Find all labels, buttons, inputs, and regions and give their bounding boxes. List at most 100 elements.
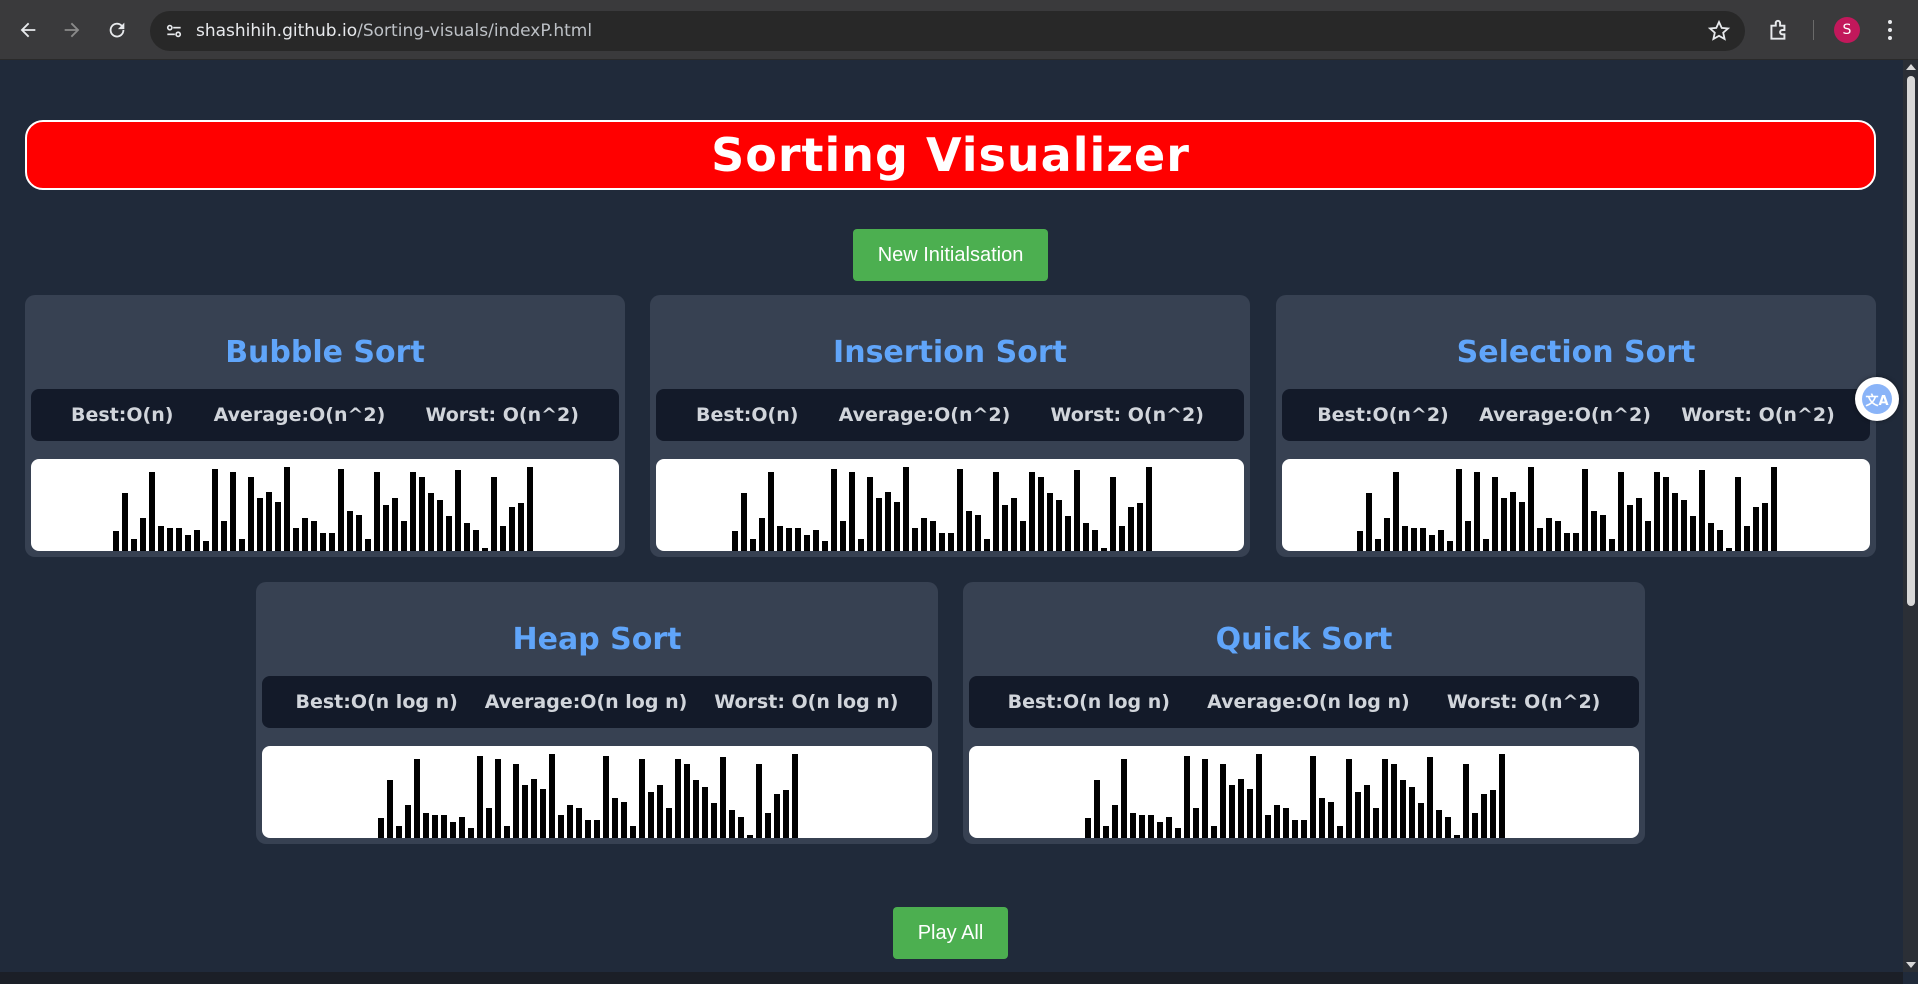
array-bar [284, 467, 290, 551]
array-bar [1447, 541, 1453, 551]
array-bar [518, 503, 524, 551]
extensions-icon[interactable] [1766, 17, 1792, 43]
bookmark-star-icon[interactable] [1707, 19, 1731, 43]
array-bar [185, 535, 191, 551]
array-bar [1427, 757, 1433, 838]
array-bar [822, 541, 828, 551]
array-bar [1418, 803, 1424, 838]
worst-case: Worst: O(n^2) [1446, 691, 1601, 713]
array-bar [437, 500, 443, 551]
back-arrow-icon[interactable] [12, 14, 44, 46]
translate-icon[interactable]: 文A [1855, 377, 1899, 421]
quick-sort-card: Quick Sort Best:O(n log n) Average:O(n l… [963, 582, 1645, 844]
array-bar [1366, 493, 1372, 551]
array-bar [639, 759, 645, 838]
array-bar [1083, 523, 1089, 551]
best-case: Best:O(n log n) [295, 691, 458, 713]
complexity-bar: Best:O(n) Average:O(n^2) Worst: O(n^2) [656, 389, 1244, 441]
array-bar [1753, 507, 1759, 551]
array-bar [464, 523, 470, 551]
array-bar [1454, 835, 1460, 838]
bars-canvas [1282, 459, 1870, 551]
array-bar [1328, 802, 1334, 838]
array-bar [1400, 780, 1406, 838]
array-bar [1436, 810, 1442, 838]
array-bar [1310, 756, 1316, 838]
array-bar [122, 493, 128, 551]
array-bar [1137, 503, 1143, 551]
array-bar [486, 808, 492, 838]
array-bar [1121, 759, 1127, 838]
array-bar [1119, 526, 1125, 551]
array-bar [1047, 493, 1053, 551]
array-bar [1184, 756, 1190, 838]
array-bar [612, 798, 618, 838]
array-bar [1166, 817, 1172, 838]
array-bar [585, 820, 591, 838]
array-bar [1202, 759, 1208, 838]
array-bar [1020, 521, 1026, 551]
array-bar [1483, 539, 1489, 551]
site-info-icon[interactable] [162, 19, 186, 43]
array-bar [140, 518, 146, 551]
array-bar [1546, 518, 1552, 551]
new-initialisation-button[interactable]: New Initialsation [853, 229, 1048, 281]
array-bar [921, 518, 927, 551]
average-case: Average:O(n log n) [484, 691, 688, 713]
card-title: Selection Sort [1456, 335, 1696, 370]
forward-arrow-icon[interactable] [56, 14, 88, 46]
array-bar [1337, 826, 1343, 838]
array-bar [1283, 808, 1289, 838]
menu-dots-icon[interactable] [1882, 17, 1898, 43]
array-bar [747, 835, 753, 838]
array-bar [302, 518, 308, 551]
array-bar [1510, 492, 1516, 551]
array-bar [684, 764, 690, 838]
array-bar [1672, 493, 1678, 551]
array-bar [1373, 808, 1379, 838]
array-bar [804, 535, 810, 551]
page-scrollbar[interactable] [1903, 60, 1918, 972]
array-bar [1256, 754, 1262, 838]
best-case: Best:O(n^2) [1317, 404, 1449, 426]
array-bar [495, 759, 501, 838]
array-bar [993, 472, 999, 551]
array-bar [786, 528, 792, 551]
average-case: Average:O(n log n) [1207, 691, 1410, 713]
scroll-thumb[interactable] [1907, 76, 1915, 606]
array-bar [513, 764, 519, 838]
array-bar [1591, 511, 1597, 551]
array-bar [756, 764, 762, 838]
array-bar [446, 516, 452, 551]
bars-canvas [262, 746, 932, 838]
array-bar [621, 802, 627, 838]
heap-sort-card: Heap Sort Best:O(n log n) Average:O(n lo… [256, 582, 938, 844]
array-bar [1618, 472, 1624, 551]
array-bar [1762, 503, 1768, 551]
best-case: Best:O(n log n) [1007, 691, 1170, 713]
array-bar [428, 493, 434, 551]
insertion-sort-card: Insertion Sort Best:O(n) Average:O(n^2) … [650, 295, 1250, 557]
array-bar [387, 780, 393, 838]
array-bar [365, 539, 371, 551]
array-bar [1247, 789, 1253, 838]
scroll-up-arrow-icon[interactable] [1906, 64, 1916, 70]
array-bar [1537, 528, 1543, 551]
play-all-button[interactable]: Play All [893, 907, 1008, 959]
array-bar [1402, 526, 1408, 551]
reload-icon[interactable] [101, 14, 133, 46]
array-bar [1472, 813, 1478, 838]
array-bar [693, 780, 699, 838]
card-title: Bubble Sort [225, 335, 425, 370]
profile-avatar[interactable]: S [1834, 17, 1860, 43]
array-bar [477, 756, 483, 838]
array-bar [1148, 815, 1154, 838]
array-bar [966, 511, 972, 551]
array-bar [1699, 470, 1705, 551]
array-bar [1130, 813, 1136, 838]
address-bar[interactable]: shashihih.github.io/Sorting-visuals/inde… [150, 11, 1745, 51]
worst-case: Worst: O(n^2) [1050, 404, 1204, 426]
array-bar [1663, 477, 1669, 551]
scroll-down-arrow-icon[interactable] [1906, 962, 1916, 968]
array-bar [813, 530, 819, 551]
